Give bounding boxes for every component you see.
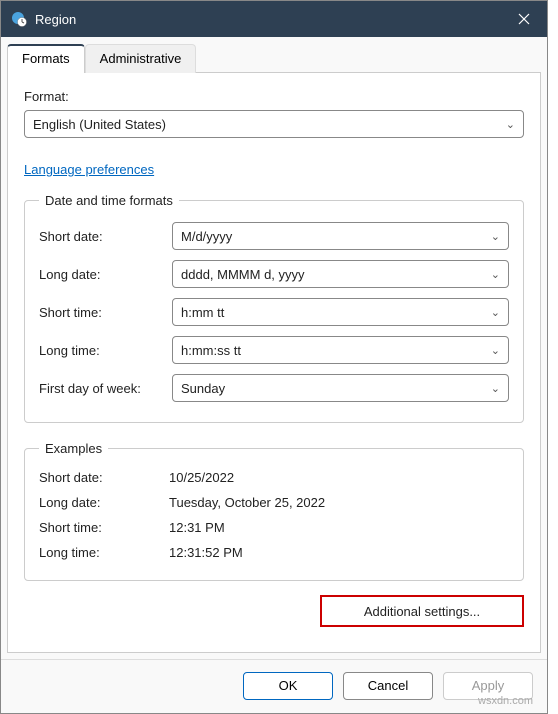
example-long-time-value: 12:31:52 PM (169, 545, 243, 560)
chevron-down-icon: ⌄ (491, 382, 500, 395)
example-short-time-label: Short time: (39, 520, 169, 535)
chevron-down-icon: ⌄ (506, 118, 515, 131)
watermark-text: wsxdn.com (478, 695, 533, 707)
short-time-label: Short time: (39, 305, 164, 320)
long-time-value: h:mm:ss tt (181, 343, 241, 358)
region-dialog: Region Formats Administrative Format: En… (0, 0, 548, 714)
globe-clock-icon (11, 11, 27, 27)
example-short-time-value: 12:31 PM (169, 520, 225, 535)
dialog-footer: OK Cancel Apply (1, 659, 547, 711)
example-short-date-label: Short date: (39, 470, 169, 485)
titlebar: Region (1, 1, 547, 37)
format-label: Format: (24, 89, 524, 104)
short-date-label: Short date: (39, 229, 164, 244)
formats-panel: Format: English (United States) ⌄ Langua… (7, 73, 541, 653)
example-long-date-value: Tuesday, October 25, 2022 (169, 495, 325, 510)
cancel-button[interactable]: Cancel (343, 672, 433, 700)
short-date-dropdown[interactable]: M/d/yyyy ⌄ (172, 222, 509, 250)
language-preferences-link[interactable]: Language preferences (24, 162, 154, 177)
example-long-date-label: Long date: (39, 495, 169, 510)
chevron-down-icon: ⌄ (491, 268, 500, 281)
first-day-value: Sunday (181, 381, 225, 396)
format-value: English (United States) (33, 117, 166, 132)
date-time-formats-legend: Date and time formats (39, 193, 179, 208)
short-time-value: h:mm tt (181, 305, 224, 320)
short-time-dropdown[interactable]: h:mm tt ⌄ (172, 298, 509, 326)
long-time-label: Long time: (39, 343, 164, 358)
chevron-down-icon: ⌄ (491, 230, 500, 243)
long-time-dropdown[interactable]: h:mm:ss tt ⌄ (172, 336, 509, 364)
long-date-value: dddd, MMMM d, yyyy (181, 267, 305, 282)
first-day-label: First day of week: (39, 381, 164, 396)
tab-formats[interactable]: Formats (7, 44, 85, 73)
tabstrip: Formats Administrative (7, 43, 541, 73)
first-day-dropdown[interactable]: Sunday ⌄ (172, 374, 509, 402)
additional-settings-button[interactable]: Additional settings... (320, 595, 524, 627)
short-date-value: M/d/yyyy (181, 229, 232, 244)
long-date-dropdown[interactable]: dddd, MMMM d, yyyy ⌄ (172, 260, 509, 288)
tab-administrative[interactable]: Administrative (85, 44, 197, 73)
example-short-date-value: 10/25/2022 (169, 470, 234, 485)
close-button[interactable] (501, 1, 547, 37)
chevron-down-icon: ⌄ (491, 306, 500, 319)
date-time-formats-group: Date and time formats Short date: M/d/yy… (24, 193, 524, 423)
format-dropdown[interactable]: English (United States) ⌄ (24, 110, 524, 138)
window-title: Region (35, 12, 501, 27)
close-icon (518, 13, 530, 25)
long-date-label: Long date: (39, 267, 164, 282)
ok-button[interactable]: OK (243, 672, 333, 700)
examples-legend: Examples (39, 441, 108, 456)
examples-group: Examples Short date: 10/25/2022 Long dat… (24, 441, 524, 581)
chevron-down-icon: ⌄ (491, 344, 500, 357)
example-long-time-label: Long time: (39, 545, 169, 560)
